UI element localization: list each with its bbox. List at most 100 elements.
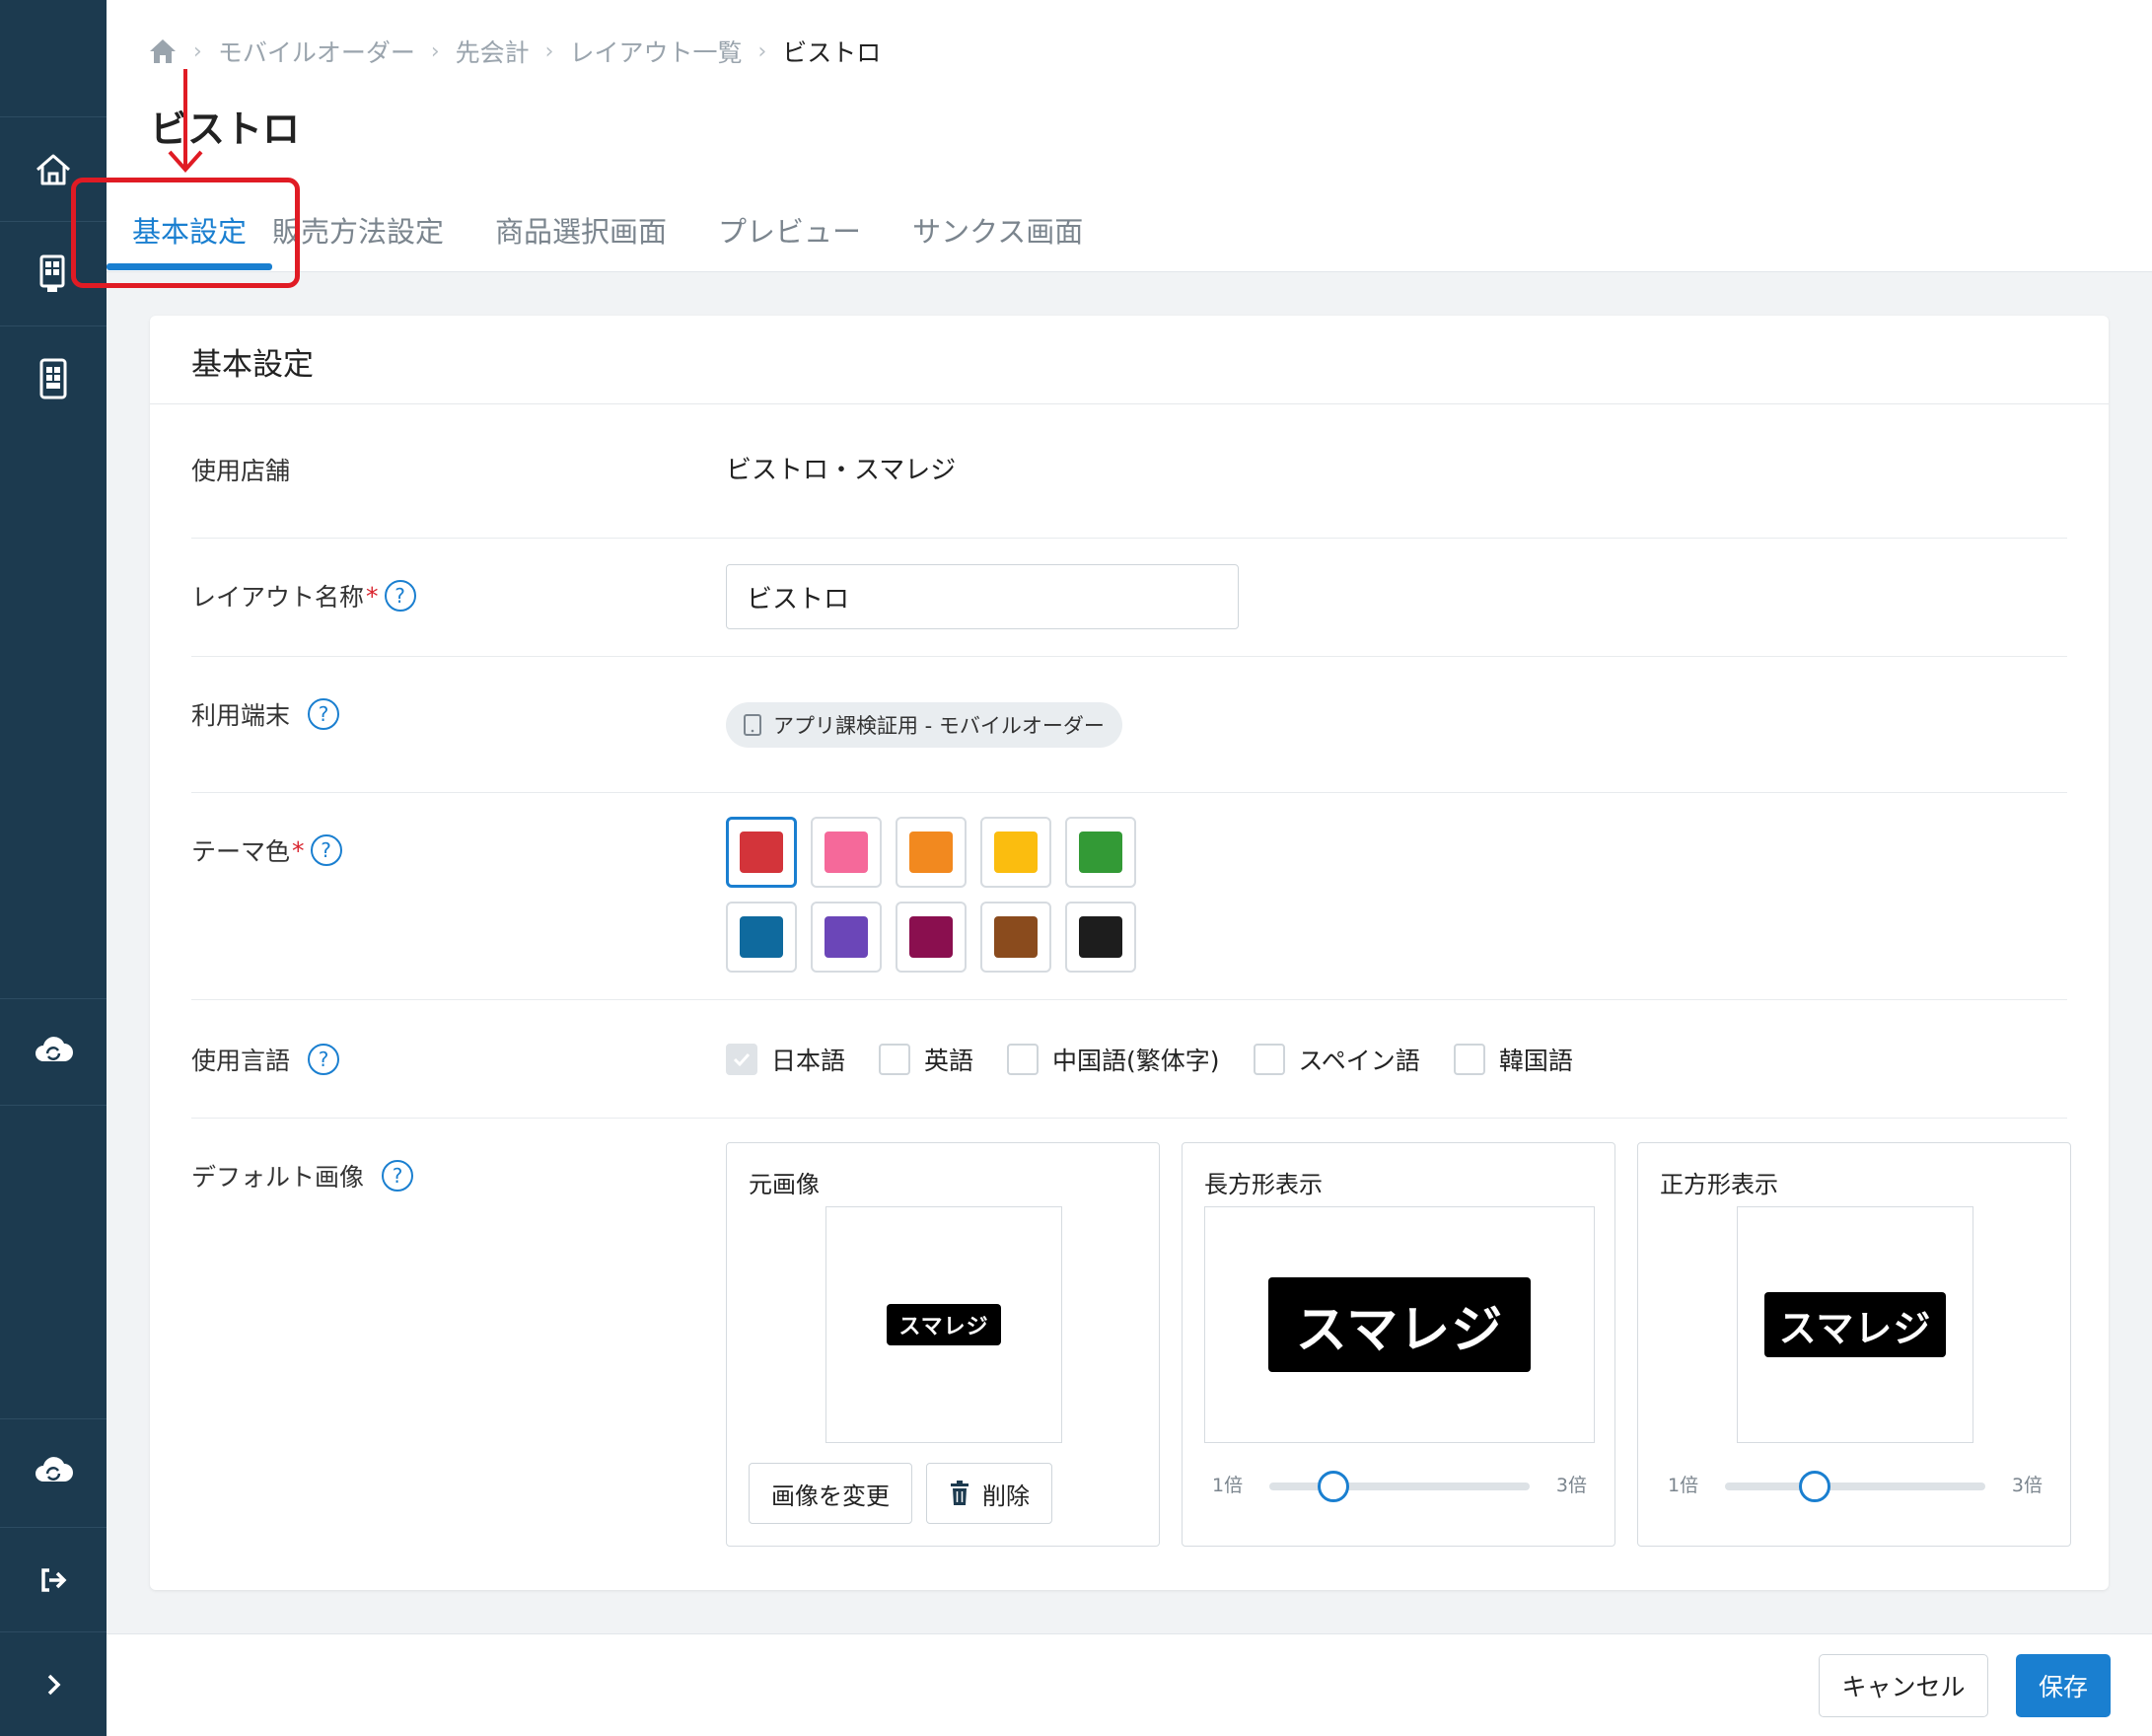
- rectangle-image-preview: スマレジ: [1204, 1206, 1595, 1443]
- swatch-fill: [994, 916, 1038, 958]
- theme-color-label: テーマ色 * ?: [191, 832, 342, 868]
- smaregi-logo: スマレジ: [1764, 1292, 1946, 1357]
- change-image-button[interactable]: 画像を変更: [749, 1463, 912, 1524]
- slider-thumb[interactable]: [1317, 1471, 1349, 1502]
- breadcrumb-item[interactable]: 先会計: [456, 34, 530, 69]
- breadcrumb-separator: ›: [757, 38, 767, 64]
- language-label: 使用言語 ?: [191, 1042, 340, 1077]
- sidebar-item-mobile-order[interactable]: [0, 326, 107, 430]
- breadcrumb-separator: ›: [430, 38, 440, 64]
- delete-image-label: 削除: [982, 1482, 1030, 1510]
- annotation-highlight-box: [71, 178, 300, 288]
- device-chip[interactable]: アプリ課検証用 - モバイルオーダー: [726, 702, 1122, 748]
- language-option-ko[interactable]: 韓国語: [1453, 1042, 1573, 1077]
- sidebar-spacer: [0, 1105, 107, 1209]
- square-zoom-slider[interactable]: 1倍 3倍: [1668, 1465, 2043, 1504]
- checkbox[interactable]: [1453, 1044, 1485, 1075]
- help-icon[interactable]: ?: [308, 698, 340, 730]
- theme-color-swatch[interactable]: [980, 817, 1051, 888]
- help-icon[interactable]: ?: [310, 834, 342, 866]
- checkbox-checked[interactable]: [726, 1044, 757, 1075]
- slider-track[interactable]: [1725, 1483, 1985, 1490]
- help-icon[interactable]: ?: [308, 1044, 340, 1075]
- image-panels: 元画像 スマレジ 画像を変更 削除 長方形表示 スマレジ 1倍 3倍 正方形表示…: [726, 1142, 2071, 1547]
- sidebar-item-logout[interactable]: [0, 1527, 107, 1631]
- annotation-arrow-icon: [168, 69, 203, 174]
- sidebar-item-cloud-sync[interactable]: [0, 1418, 107, 1523]
- theme-color-swatch[interactable]: [980, 902, 1051, 973]
- rectangle-display-panel: 長方形表示 スマレジ 1倍 3倍: [1182, 1142, 1615, 1547]
- language-option-label: 英語: [924, 1047, 974, 1075]
- breadcrumb-item[interactable]: レイアウト一覧: [569, 34, 742, 69]
- device-row: 利用端末 ? アプリ課検証用 - モバイルオーダー: [191, 657, 2067, 793]
- swatch-fill: [825, 832, 868, 873]
- help-icon[interactable]: ?: [382, 1160, 414, 1192]
- language-options: 日本語 英語 中国語(繁体字) スペイン語 韓国語: [726, 1042, 1607, 1077]
- cancel-button[interactable]: キャンセル: [1819, 1654, 1988, 1717]
- sidebar-item-expand[interactable]: [0, 1631, 107, 1736]
- language-row: 使用言語 ? 日本語 英語 中国語(繁体字) スペイン語 韓国語: [191, 1000, 2067, 1119]
- device-label: 利用端末 ?: [191, 696, 340, 732]
- store-row: 使用店舗 ビストロ・スマレジ: [191, 404, 2067, 539]
- theme-color-swatch[interactable]: [726, 817, 797, 888]
- slider-thumb[interactable]: [1799, 1471, 1831, 1502]
- language-option-es[interactable]: スペイン語: [1253, 1042, 1420, 1077]
- check-icon: [733, 1052, 751, 1067]
- theme-color-row: テーマ色 * ?: [191, 793, 2067, 1000]
- panel-title: 長方形表示: [1204, 1171, 1323, 1198]
- language-option-label: スペイン語: [1298, 1047, 1420, 1075]
- swatch-fill: [740, 916, 783, 958]
- save-button[interactable]: 保存: [2016, 1654, 2111, 1717]
- theme-color-swatch[interactable]: [896, 902, 967, 973]
- theme-color-swatch[interactable]: [1065, 902, 1136, 973]
- checkbox[interactable]: [1007, 1044, 1040, 1075]
- original-image-actions: 画像を変更 削除: [749, 1463, 1052, 1524]
- swatch-fill: [740, 832, 783, 873]
- layout-name-input[interactable]: ビストロ: [726, 564, 1239, 629]
- breadcrumb-item[interactable]: モバイルオーダー: [218, 34, 415, 69]
- page-header: › モバイルオーダー › 先会計 › レイアウト一覧 › ビストロ ビストロ 基…: [107, 0, 2152, 272]
- language-option-ja[interactable]: 日本語: [726, 1042, 845, 1077]
- checkbox[interactable]: [1253, 1044, 1285, 1075]
- swatch-fill: [1079, 832, 1122, 873]
- tab-preview[interactable]: プレビュー: [692, 197, 887, 272]
- breadcrumb: › モバイルオーダー › 先会計 › レイアウト一覧 › ビストロ: [148, 32, 881, 71]
- original-image-panel: 元画像 スマレジ 画像を変更 削除: [726, 1142, 1160, 1547]
- language-option-label: 中国語(繁体字): [1052, 1047, 1220, 1075]
- required-mark: *: [366, 581, 379, 611]
- tab-thanks-screen[interactable]: サンクス画面: [887, 197, 1109, 272]
- language-option-label: 韓国語: [1498, 1047, 1573, 1075]
- tab-product-selection[interactable]: 商品選択画面: [469, 197, 692, 272]
- theme-color-swatch[interactable]: [811, 817, 882, 888]
- slider-track[interactable]: [1269, 1483, 1530, 1490]
- breadcrumb-current: ビストロ: [782, 38, 882, 67]
- theme-color-swatch[interactable]: [1065, 817, 1136, 888]
- help-icon[interactable]: ?: [384, 580, 416, 612]
- required-mark: *: [292, 835, 305, 865]
- trash-icon: [951, 1481, 968, 1505]
- slider-max-label: 3倍: [1555, 1475, 1587, 1496]
- chevron-right-icon: [47, 1674, 61, 1695]
- slider-min-label: 1倍: [1668, 1475, 1699, 1496]
- rectangle-zoom-slider[interactable]: 1倍 3倍: [1212, 1465, 1587, 1504]
- theme-color-swatch[interactable]: [896, 817, 967, 888]
- kiosk-icon: [39, 254, 65, 292]
- home-icon[interactable]: [148, 37, 178, 65]
- language-option-zh-tw[interactable]: 中国語(繁体字): [1007, 1042, 1220, 1077]
- slider-max-label: 3倍: [2011, 1475, 2043, 1496]
- theme-color-swatch[interactable]: [726, 902, 797, 973]
- layout-name-row: レイアウト名称 * ? ビストロ: [191, 539, 2067, 657]
- theme-color-swatches: [726, 817, 1136, 973]
- tablet-icon: [744, 714, 761, 736]
- language-option-en[interactable]: 英語: [879, 1042, 973, 1077]
- language-option-label: 日本語: [771, 1047, 846, 1075]
- tab-sales-method[interactable]: 販売方法設定: [272, 197, 469, 272]
- layout-name-label: レイアウト名称 * ?: [191, 578, 416, 614]
- theme-color-swatch[interactable]: [811, 902, 882, 973]
- sidebar-item-sync[interactable]: [0, 998, 107, 1103]
- checkbox[interactable]: [879, 1044, 911, 1075]
- delete-image-button[interactable]: 削除: [926, 1463, 1052, 1524]
- device-chip-label: アプリ課検証用 - モバイルオーダー: [773, 714, 1105, 738]
- swatch-fill: [909, 832, 953, 873]
- smaregi-logo: スマレジ: [1268, 1277, 1531, 1372]
